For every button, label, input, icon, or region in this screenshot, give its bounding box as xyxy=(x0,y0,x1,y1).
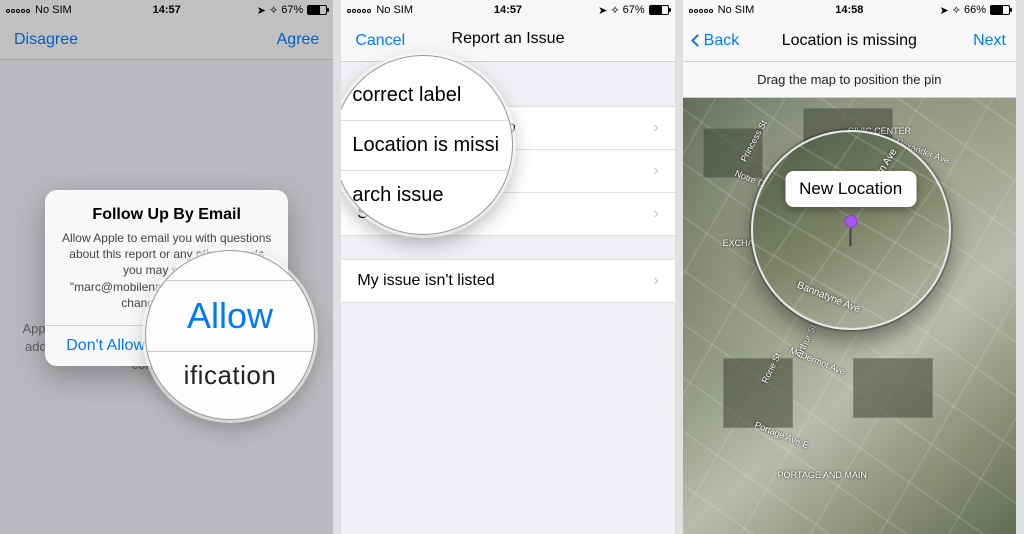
drag-map-hint: Drag the map to position the pin xyxy=(683,62,1016,98)
screen-3-location-missing-map: No SIM 14:58 ➤ ⟡ 66% Back Location is mi… xyxy=(683,0,1024,534)
new-location-callout[interactable]: New Location xyxy=(785,171,916,207)
next-button[interactable]: Next xyxy=(973,32,1006,50)
back-label: Back xyxy=(704,32,740,50)
battery-icon xyxy=(649,5,669,15)
chevron-right-icon: › xyxy=(653,272,658,290)
magnifier-map-pin: Elgin Ave Bannatyne Ave New Location xyxy=(751,130,951,330)
carrier-label: No SIM xyxy=(376,4,413,16)
back-button[interactable]: Back xyxy=(693,32,740,50)
chevron-right-icon: › xyxy=(653,119,658,137)
map-nav: Back Location is missing Next xyxy=(683,20,1016,62)
chevron-right-icon: › xyxy=(653,205,658,223)
signal-dots-icon xyxy=(689,4,714,16)
street-label: PORTAGE AND MAIN xyxy=(778,470,867,480)
magnified-row-focus: Location is missi xyxy=(341,121,512,171)
magnified-suffix: ification xyxy=(146,352,314,391)
map-pin-icon[interactable] xyxy=(844,215,857,246)
row-not-listed[interactable]: My issue isn't listed › xyxy=(341,259,674,303)
status-bar: No SIM 14:57 ➤ ⟡ 67% xyxy=(341,0,674,20)
location-icon: ➤ xyxy=(939,4,948,17)
clock: 14:58 xyxy=(835,4,863,16)
page-title: Report an Issue xyxy=(452,30,565,48)
alert-title: Follow Up By Email xyxy=(45,206,288,224)
battery-icon xyxy=(990,5,1010,15)
screen-2-report-issue: No SIM 14:57 ➤ ⟡ 67% Cancel Report an Is… xyxy=(341,0,682,534)
row-label: My issue isn't listed xyxy=(357,272,494,290)
status-bar: No SIM 14:58 ➤ ⟡ 66% xyxy=(683,0,1016,20)
report-issue-nav: Cancel Report an Issue xyxy=(341,20,674,62)
bluetooth-icon: ⟡ xyxy=(611,4,618,17)
page-title: Location is missing xyxy=(782,32,917,50)
magnified-allow: Allow xyxy=(146,281,314,351)
bluetooth-icon: ⟡ xyxy=(953,4,960,17)
battery-percent: 67% xyxy=(623,4,645,16)
chevron-left-icon xyxy=(691,34,704,47)
cancel-button[interactable]: Cancel xyxy=(355,32,405,50)
street-label: Bannatyne Ave xyxy=(795,280,861,315)
location-icon: ➤ xyxy=(598,4,607,17)
screen-1-follow-up-email: No SIM 14:57 ➤ ⟡ 67% Disagree Agree Appl… xyxy=(0,0,341,534)
chevron-right-icon: › xyxy=(653,162,658,180)
signal-dots-icon xyxy=(347,4,372,16)
clock: 14:57 xyxy=(494,4,522,16)
carrier-label: No SIM xyxy=(718,4,755,16)
battery-percent: 66% xyxy=(964,4,986,16)
magnifier-allow: Allow ification xyxy=(145,250,315,420)
